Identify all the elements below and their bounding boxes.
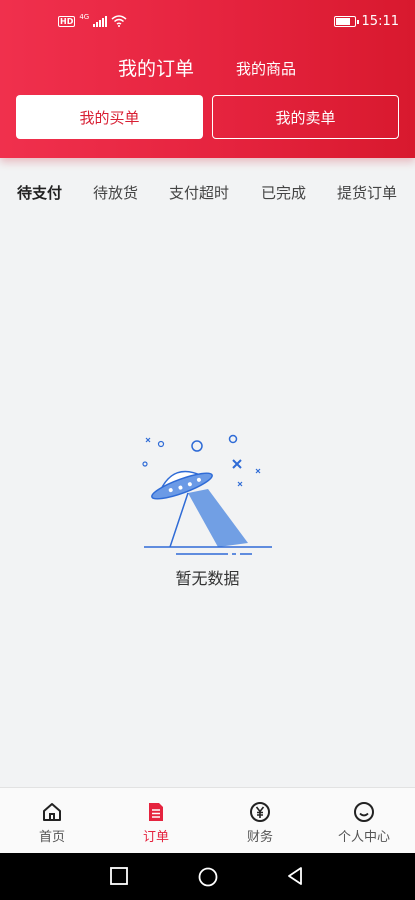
ufo-icon — [142, 434, 272, 555]
header-tabs: 我的订单 我的商品 — [0, 54, 415, 82]
bottom-nav: 首页 订单 财务 个人中心 — [0, 787, 415, 853]
system-nav-bar — [0, 853, 415, 900]
nav-profile-label: 个人中心 — [337, 830, 390, 845]
wifi-icon — [111, 15, 127, 27]
tab-pending-payment[interactable]: 待支付 — [17, 182, 62, 203]
home-icon — [43, 803, 61, 821]
my-sell-orders-button[interactable]: 我的卖单 — [212, 95, 399, 139]
home-circle-icon[interactable] — [197, 866, 219, 888]
nav-finance-label: 财务 — [246, 830, 273, 845]
tab-payment-timeout[interactable]: 支付超时 — [169, 182, 229, 203]
clock: 15:11 — [361, 14, 399, 29]
finance-icon — [250, 802, 270, 822]
recent-apps-icon[interactable] — [109, 866, 129, 886]
nav-orders[interactable]: 订单 — [104, 788, 208, 854]
tab-completed[interactable]: 已完成 — [261, 182, 306, 203]
back-icon[interactable] — [285, 866, 305, 886]
empty-state-text: 暂无数据 — [175, 569, 240, 588]
nav-finance[interactable]: 财务 — [208, 788, 312, 854]
header: HD 4G 15:11 我的订单 我的商品 我的买单 我的卖单 — [0, 0, 415, 158]
profile-icon — [354, 802, 374, 822]
network-label: 4G — [79, 13, 90, 21]
nav-profile[interactable]: 个人中心 — [312, 788, 415, 854]
nav-home-label: 首页 — [38, 830, 65, 845]
nav-orders-label: 订单 — [142, 830, 169, 845]
order-status-tabs: 待支付 待放货 支付超时 已完成 提货订单 — [0, 172, 415, 212]
status-bar: HD 4G 15:11 — [0, 0, 415, 44]
empty-state: 暂无数据 — [0, 425, 415, 595]
tab-my-products[interactable]: 我的商品 — [236, 58, 296, 79]
tab-my-orders[interactable]: 我的订单 — [118, 54, 194, 81]
my-buy-orders-button[interactable]: 我的买单 — [16, 95, 203, 139]
hd-icon: HD — [58, 15, 76, 27]
nav-home[interactable]: 首页 — [0, 788, 104, 854]
tab-pickup-orders[interactable]: 提货订单 — [337, 182, 397, 203]
tab-pending-release[interactable]: 待放货 — [93, 182, 138, 203]
battery-icon — [333, 16, 359, 27]
order-icon — [149, 803, 163, 821]
signal-icon — [93, 15, 108, 27]
